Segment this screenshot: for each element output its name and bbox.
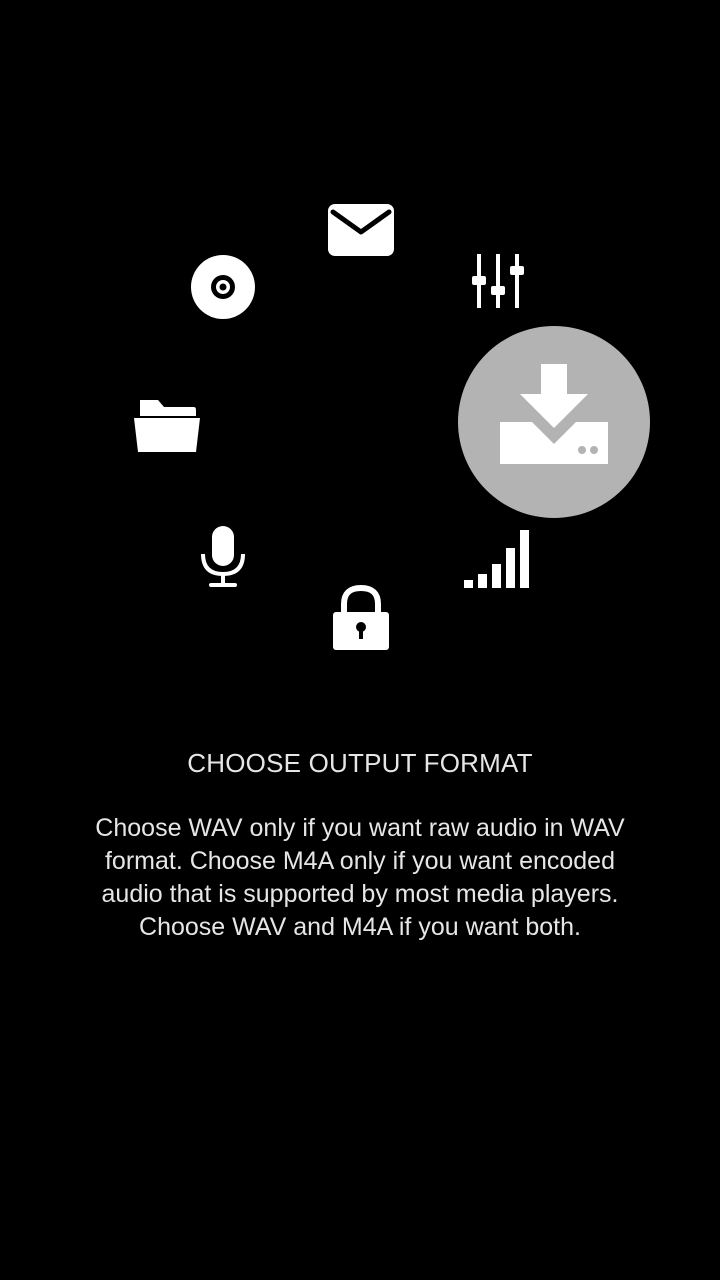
lock-icon — [330, 584, 392, 652]
download-icon — [496, 362, 612, 468]
signal-icon — [462, 528, 534, 590]
page-title: CHOOSE OUTPUT FORMAT — [187, 748, 533, 778]
page-description: Choose WAV only if you want raw audio in… — [95, 814, 625, 941]
mail-icon — [326, 202, 396, 258]
equalizer-icon — [470, 254, 526, 308]
mic-icon — [198, 524, 248, 590]
folder-icon — [132, 398, 202, 454]
disc-icon — [190, 254, 256, 320]
selected-feature-highlight — [458, 326, 650, 518]
